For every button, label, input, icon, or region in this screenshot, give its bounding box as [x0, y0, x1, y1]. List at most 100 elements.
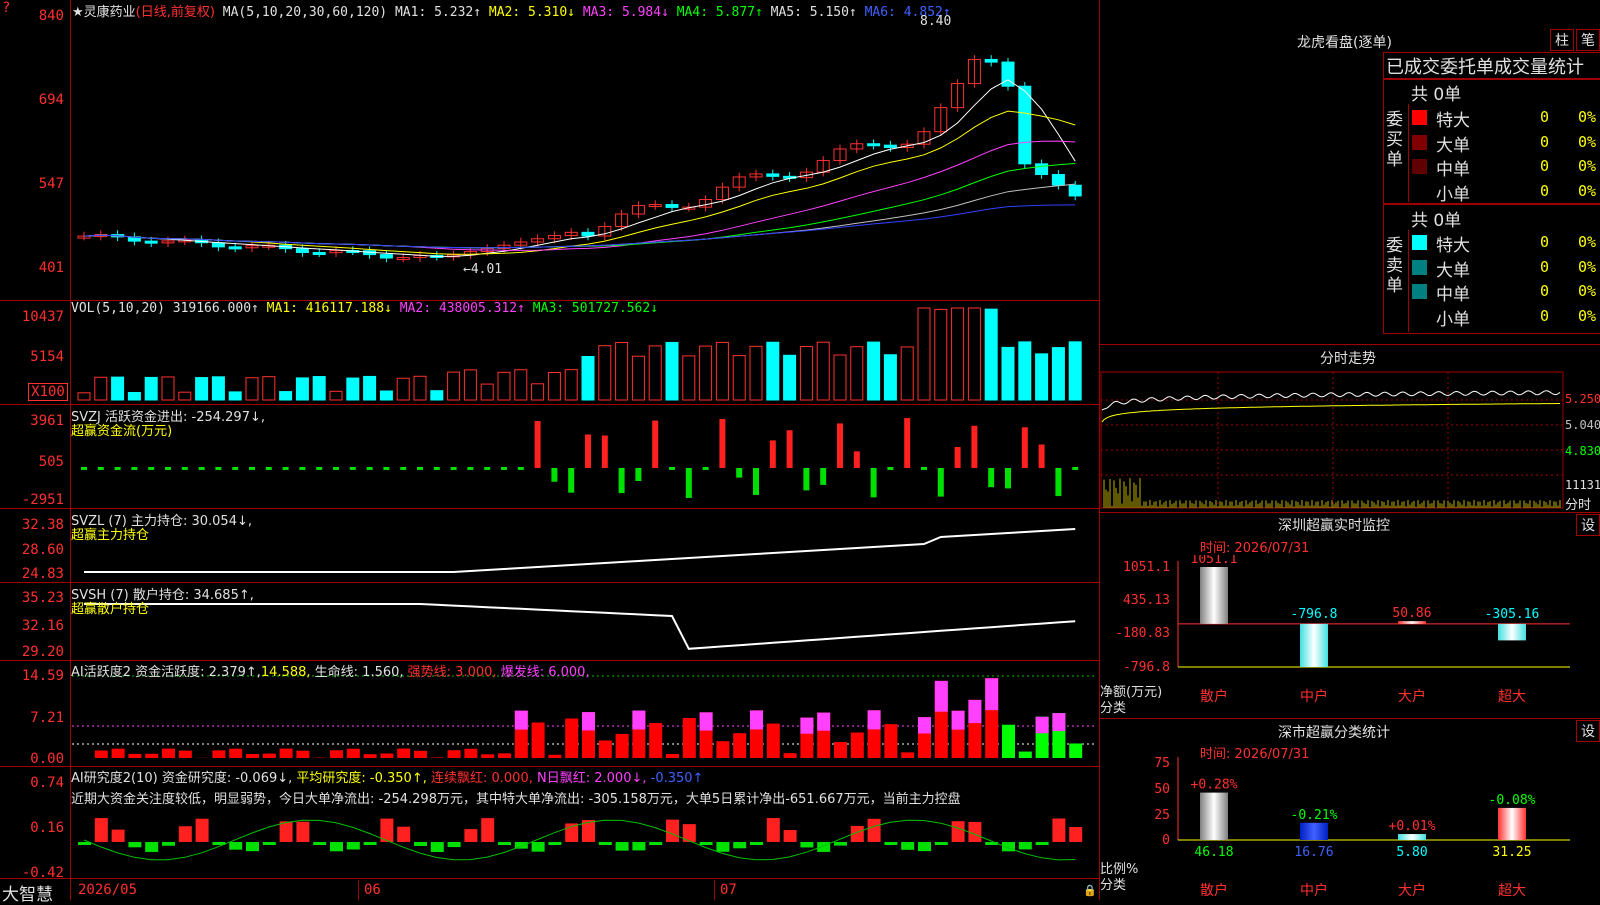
- monitor-time: 时间: 2026/07/31: [1200, 537, 1309, 556]
- period-tag[interactable]: (日线,前复权): [136, 5, 215, 20]
- volume-bar: [683, 356, 695, 400]
- volume-bar: [868, 342, 880, 400]
- ai-research-bars: [78, 818, 1082, 860]
- order-count: 0: [1540, 182, 1549, 200]
- category-label: 中户: [1300, 688, 1328, 705]
- y-tick: 32.38: [2, 517, 64, 533]
- intraday-chart[interactable]: [1100, 370, 1600, 510]
- volume-bar: [498, 372, 510, 400]
- candle-body: [380, 255, 392, 258]
- category-value: 5.80: [1396, 845, 1427, 860]
- y-tick: 35.23: [2, 590, 64, 606]
- volume-bar: [78, 393, 90, 400]
- flow-bar: [988, 468, 994, 487]
- category-bar: [1300, 823, 1328, 840]
- dragon-title: 龙虎看盘(逐单): [1297, 32, 1392, 52]
- monitor-settings-button[interactable]: 设: [1576, 514, 1600, 536]
- activity-bar: [616, 734, 629, 758]
- research-bar: [784, 830, 797, 842]
- research-bar: [95, 818, 108, 842]
- y-tick: 0: [1162, 833, 1170, 848]
- vol-unit-button[interactable]: X100: [28, 383, 68, 401]
- category-bar: [1498, 624, 1526, 641]
- flow-bar: [703, 467, 709, 470]
- category-bar: [1498, 808, 1526, 840]
- ma-line: [84, 111, 1075, 254]
- flow-bar: [467, 467, 473, 470]
- activity-bar: [464, 749, 477, 758]
- volume-bar: [1019, 342, 1031, 400]
- volume-bar: [565, 370, 577, 400]
- activity-bar-top: [800, 718, 813, 734]
- retail-line: [84, 604, 1075, 649]
- volume-bar: [280, 392, 292, 400]
- flow-bar: [199, 467, 205, 470]
- y-tick: 25: [1154, 808, 1170, 823]
- flow-bar: [787, 430, 793, 468]
- classify-settings-button[interactable]: 设: [1576, 720, 1600, 742]
- activity-bar: [280, 749, 293, 758]
- order-count: 0: [1540, 307, 1549, 325]
- volume-bar: [481, 384, 493, 400]
- order-percent: 0%: [1578, 133, 1596, 151]
- activity-bar: [128, 754, 141, 758]
- candle-body: [666, 205, 678, 208]
- y-tick: 7.21: [2, 710, 64, 726]
- flow-bar: [551, 468, 557, 482]
- activity-bar: [95, 750, 108, 758]
- activity-bar: [498, 753, 511, 758]
- bar-view-button[interactable]: 柱: [1550, 29, 1574, 51]
- flow-bar: [770, 440, 776, 468]
- flow-bar: [635, 468, 641, 481]
- monitor-chart[interactable]: 1051.1435.13-180.83-796.81051.1散户-796.8中…: [1100, 555, 1600, 715]
- volume-bar: [649, 346, 661, 400]
- volume-bar: [196, 378, 208, 400]
- flow-bar: [232, 467, 238, 470]
- intraday-tick: 4.830: [1565, 444, 1600, 458]
- lock-icon[interactable]: 🔒: [1083, 884, 1097, 897]
- vol-ma1: MA1: 416117.188↓: [267, 301, 392, 316]
- y-tick: 28.60: [2, 542, 64, 558]
- activity-bar-top: [952, 711, 965, 730]
- tick-view-button[interactable]: 笔: [1576, 29, 1600, 51]
- research-bar: [616, 842, 629, 851]
- volume-bar: [448, 372, 460, 400]
- flow-bar: [871, 468, 877, 497]
- bar-value-label: +0.28%: [1191, 778, 1238, 793]
- intraday-title: 分时走势: [1320, 348, 1376, 368]
- research-bar: [868, 819, 881, 842]
- flow-bar: [669, 467, 675, 470]
- flow-bar: [350, 467, 356, 470]
- flow-bar: [887, 467, 893, 470]
- volume-bar: [817, 342, 829, 400]
- chart-canvas[interactable]: [0, 0, 1100, 900]
- flow-bar: [837, 423, 843, 468]
- vol-ma2: MA2: 438005.312↑: [400, 301, 525, 316]
- activity-bar-top: [700, 712, 713, 730]
- order-count: 0: [1540, 133, 1549, 151]
- buy-total: 共 0单: [1411, 80, 1461, 105]
- order-type-label: 特大: [1436, 106, 1470, 131]
- intraday-tick: 5.250: [1565, 392, 1600, 406]
- volume-bar: [431, 391, 443, 400]
- activity-bar: [1019, 752, 1032, 758]
- y-tick: -0.42: [2, 865, 64, 881]
- y-tick: 435.13: [1123, 593, 1170, 608]
- category-bar: [1200, 567, 1228, 624]
- intraday-tick: 5.040: [1565, 418, 1600, 432]
- y-tick: 401: [2, 260, 64, 276]
- order-percent: 0%: [1578, 108, 1596, 126]
- flow-bar: [568, 468, 574, 493]
- flow-bar: [736, 468, 742, 478]
- dragon-tabs[interactable]: 已成交委托单成交量统计: [1383, 52, 1600, 80]
- order-color-swatch: [1412, 184, 1427, 199]
- category-label: 超大: [1498, 883, 1526, 899]
- avg-line: [1102, 404, 1560, 423]
- research-bar: [464, 829, 477, 842]
- svzj-subtitle: 超赢资金流(万元): [71, 420, 172, 439]
- classify-chart[interactable]: 7550250+0.28%散户-0.21%中户+0.01%大户-0.08%超大4…: [1100, 755, 1600, 900]
- activity-bar: [448, 750, 461, 758]
- y-tick: -796.8: [1123, 660, 1170, 675]
- stock-name[interactable]: ★灵康药业: [72, 5, 136, 20]
- y-tick: 50: [1154, 782, 1170, 797]
